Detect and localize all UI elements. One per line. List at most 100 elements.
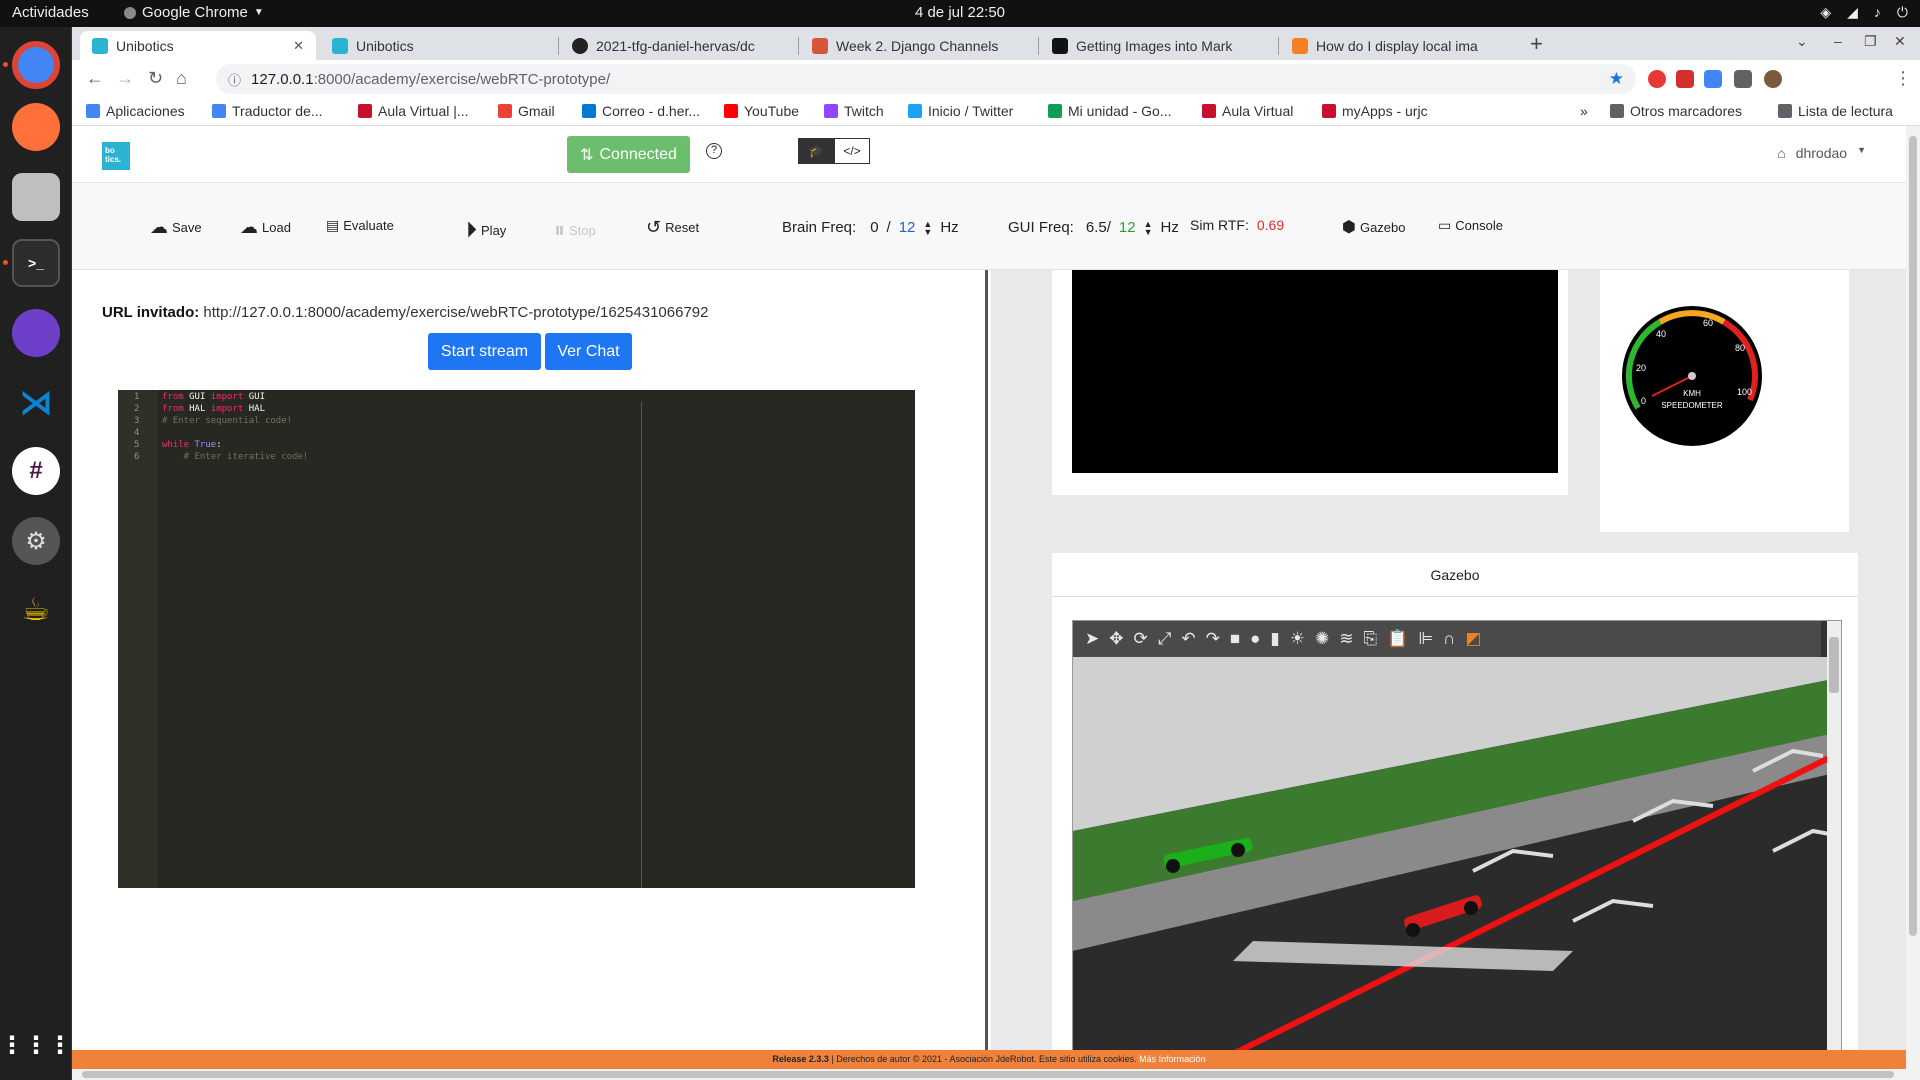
- urjc-icon: [1202, 104, 1216, 118]
- bookmark-aplicaciones[interactable]: Aplicaciones: [86, 103, 185, 119]
- profile-avatar[interactable]: [1764, 70, 1782, 88]
- files-dock-icon[interactable]: [12, 173, 60, 221]
- unibotics-logo[interactable]: bo tics.: [102, 142, 130, 170]
- restore-icon[interactable]: ❐: [1864, 33, 1877, 50]
- menu-kebab-icon[interactable]: ⋮: [1894, 68, 1912, 89]
- help-icon[interactable]: ?: [706, 143, 722, 159]
- cylinder-shape-icon[interactable]: ▮: [1270, 629, 1279, 649]
- tab-markdown-images[interactable]: Getting Images into Mark: [1040, 31, 1276, 60]
- rotate-mode-icon[interactable]: ⟳: [1134, 629, 1148, 649]
- undo-icon[interactable]: ↶: [1181, 629, 1195, 649]
- slack-dock-icon[interactable]: #: [12, 447, 60, 495]
- reset-button[interactable]: ↺ Reset: [646, 217, 699, 238]
- bookmark-aula-virtual-2[interactable]: Aula Virtual: [1202, 103, 1293, 119]
- bookmark-drive[interactable]: Mi unidad - Go...: [1048, 103, 1172, 119]
- stop-button[interactable]: ⏸ Stop: [554, 217, 596, 243]
- gazebo-title: Gazebo: [1052, 553, 1858, 597]
- settings-dock-icon[interactable]: ⚙: [12, 517, 60, 565]
- home-icon[interactable]: ⌂: [176, 68, 187, 89]
- extension-icon[interactable]: [1676, 70, 1694, 88]
- stepper-arrows-icon[interactable]: ▲ ▼: [923, 219, 932, 236]
- view-angle-icon[interactable]: ◩: [1465, 629, 1481, 649]
- align-icon[interactable]: ⊫: [1418, 629, 1433, 649]
- evaluate-button[interactable]: ▤ Evaluate: [326, 217, 394, 234]
- teapot-dock-icon[interactable]: ☕: [12, 585, 60, 633]
- bookmark-youtube[interactable]: YouTube: [724, 103, 799, 119]
- guest-url-value[interactable]: http://127.0.0.1:8000/academy/exercise/w…: [203, 304, 708, 321]
- paste-icon[interactable]: 📋: [1387, 629, 1408, 649]
- user-menu[interactable]: ⌂ dhrodao ▼: [1777, 145, 1866, 161]
- reload-icon[interactable]: ↻: [148, 68, 163, 89]
- directional-light-icon[interactable]: ≋: [1339, 629, 1353, 649]
- code-icon[interactable]: </>: [834, 138, 870, 164]
- minimize-icon[interactable]: –: [1834, 33, 1842, 49]
- extensions-puzzle-icon[interactable]: [1734, 70, 1752, 88]
- gazebo-button[interactable]: ⬢ Gazebo: [1342, 217, 1406, 237]
- copy-icon[interactable]: ⎘: [1364, 629, 1378, 649]
- code-editor[interactable]: 1 2 3 4 5 6 from GUI import GUI from HAL…: [118, 390, 915, 888]
- page-horizontal-scrollbar[interactable]: [72, 1069, 1906, 1080]
- tab-stackoverflow[interactable]: How do I display local ima: [1280, 31, 1516, 60]
- tab-github[interactable]: 2021-tfg-daniel-hervas/dc: [560, 31, 796, 60]
- bookmark-myapps[interactable]: myApps - urjc: [1322, 103, 1428, 119]
- vscode-dock-icon[interactable]: ⋊: [12, 379, 60, 427]
- bookmark-twitter[interactable]: Inicio / Twitter: [908, 103, 1013, 119]
- scroll-thumb[interactable]: [1829, 637, 1839, 693]
- clock[interactable]: 4 de jul 22:50: [0, 4, 1920, 21]
- back-icon[interactable]: ←: [86, 68, 104, 89]
- save-button[interactable]: ☁ Save: [150, 217, 202, 238]
- load-button[interactable]: ☁ Load: [240, 217, 291, 238]
- bookmark-star-icon[interactable]: ★: [1609, 69, 1624, 89]
- spot-light-icon[interactable]: ✺: [1315, 629, 1329, 649]
- tab-unibotics-active[interactable]: Unibotics ✕: [80, 31, 316, 60]
- bookmark-traductor[interactable]: Traductor de...: [212, 103, 323, 119]
- translate-mode-icon[interactable]: ✥: [1109, 629, 1123, 649]
- bookmark-aula-virtual-1[interactable]: Aula Virtual |...: [358, 103, 469, 119]
- other-bookmarks[interactable]: Otros marcadores: [1610, 103, 1742, 119]
- play-button[interactable]: ⏵ Play: [466, 217, 506, 243]
- system-tray[interactable]: ◈ ◢ ♪ ⏻: [1820, 4, 1908, 21]
- gazebo-scrollbar[interactable]: [1827, 621, 1841, 1052]
- gui-freq-target[interactable]: 12: [1119, 219, 1136, 236]
- extension-icon[interactable]: [1648, 70, 1666, 88]
- stepper-arrows-icon[interactable]: ▲ ▼: [1144, 219, 1153, 236]
- gazebo-viewport[interactable]: ➤ ✥ ⟳ ⤢ ↶ ↷ ■ ● ▮ ☀ ✺ ≋ ⎘ 📋 ⊫ ∩ ◩: [1072, 620, 1842, 1053]
- footer-more-info-link[interactable]: Más Información: [1139, 1054, 1206, 1064]
- hz-unit: Hz: [940, 219, 959, 236]
- url-input[interactable]: ⓘ 127.0.0.1:8000/academy/exercise/webRTC…: [216, 64, 1636, 94]
- terminal-dock-icon[interactable]: >_: [12, 239, 60, 287]
- bookmark-gmail[interactable]: Gmail: [498, 103, 555, 119]
- start-stream-button[interactable]: Start stream: [428, 333, 541, 370]
- select-arrow-icon[interactable]: ➤: [1085, 629, 1099, 649]
- tab-unibotics[interactable]: Unibotics: [320, 31, 556, 60]
- scroll-thumb[interactable]: [82, 1071, 1894, 1078]
- connected-button[interactable]: ⇅ Connected: [567, 136, 690, 173]
- tab-django-channels[interactable]: Week 2. Django Channels: [800, 31, 1036, 60]
- forward-icon[interactable]: →: [116, 68, 134, 89]
- box-shape-icon[interactable]: ■: [1230, 629, 1240, 649]
- ver-chat-button[interactable]: Ver Chat: [545, 333, 632, 370]
- redo-icon[interactable]: ↷: [1206, 629, 1220, 649]
- chrome-dock-icon[interactable]: [12, 41, 60, 89]
- translate-extension-icon[interactable]: [1704, 70, 1722, 88]
- reading-list[interactable]: Lista de lectura: [1778, 103, 1893, 119]
- close-tab-icon[interactable]: ✕: [293, 38, 304, 54]
- close-window-icon[interactable]: ✕: [1894, 33, 1906, 50]
- tab-search-icon[interactable]: ⌄: [1796, 33, 1808, 50]
- bookmarks-overflow[interactable]: »: [1580, 103, 1588, 119]
- bookmark-correo[interactable]: Correo - d.her...: [582, 103, 700, 119]
- page-vertical-scrollbar[interactable]: [1906, 126, 1920, 1080]
- show-applications-icon[interactable]: ⋮⋮⋮: [0, 1021, 72, 1069]
- bookmark-twitch[interactable]: Twitch: [824, 103, 884, 119]
- github-desktop-dock-icon[interactable]: [12, 309, 60, 357]
- graduation-cap-icon[interactable]: 🎓: [798, 138, 834, 164]
- firefox-dock-icon[interactable]: [12, 103, 60, 151]
- scale-mode-icon[interactable]: ⤢: [1158, 629, 1172, 649]
- console-button[interactable]: ▭ Console: [1438, 217, 1503, 234]
- snap-icon[interactable]: ∩: [1443, 629, 1455, 649]
- scroll-thumb[interactable]: [1909, 136, 1917, 936]
- new-tab-icon[interactable]: +: [1530, 31, 1543, 57]
- point-light-icon[interactable]: ☀: [1290, 629, 1305, 649]
- sphere-shape-icon[interactable]: ●: [1250, 629, 1260, 649]
- brain-freq-target[interactable]: 12: [899, 219, 916, 236]
